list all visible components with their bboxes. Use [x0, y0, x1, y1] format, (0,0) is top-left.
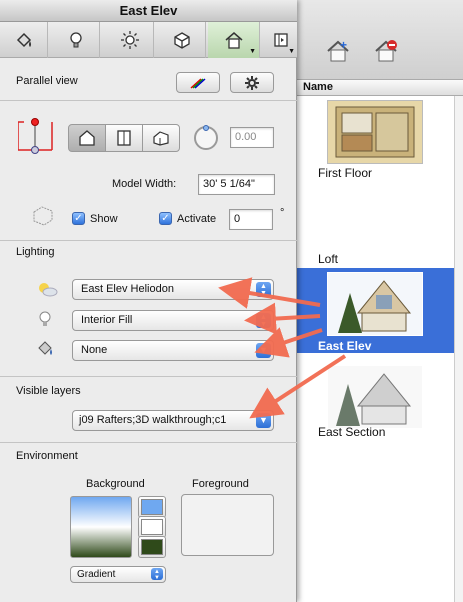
sun-icon	[120, 31, 139, 49]
select-stepper-icon: ▲ ▼	[256, 313, 271, 328]
views-list-scrollbar[interactable]	[454, 96, 463, 602]
view-item-label: East Elev	[318, 339, 372, 353]
parallel-view-title: Parallel view	[16, 75, 78, 87]
tab-materials[interactable]	[0, 22, 48, 58]
separator	[0, 100, 297, 101]
tab-sun[interactable]	[106, 22, 154, 58]
add-view-icon: +	[327, 39, 349, 62]
camera-height-control[interactable]	[17, 118, 54, 154]
view-settings-button[interactable]	[230, 72, 274, 93]
select-arrow-icon: ▼	[256, 343, 271, 358]
tab-lights[interactable]	[52, 22, 100, 58]
view-item-label: Loft	[318, 252, 339, 266]
view-item-label: East Section	[318, 425, 386, 439]
view-type-segmented	[68, 124, 182, 152]
fill-select[interactable]: None ▼	[72, 340, 274, 361]
separator	[0, 376, 297, 377]
visible-layers-title: Visible layers	[16, 385, 81, 397]
house-3d-icon	[153, 131, 169, 146]
gear-icon	[245, 75, 259, 90]
separator	[0, 240, 297, 241]
visible-layers-select[interactable]: j09 Rafters;3D walkthrough;c1 ▼	[72, 410, 274, 431]
background-middle-color-well[interactable]	[138, 516, 166, 538]
heliodon-select[interactable]: East Elev Heliodon ▲ ▼	[72, 279, 274, 300]
delete-view-button[interactable]	[373, 38, 399, 64]
first-floor-thumbnail	[327, 100, 423, 164]
house-icon	[225, 32, 242, 49]
select-stepper-icon: ▲ ▼	[151, 568, 163, 581]
fill-bucket-icon	[36, 340, 56, 358]
sidebar-toggle-icon	[273, 33, 288, 47]
visible-layers-value: j09 Rafters;3D walkthrough;c1	[79, 414, 227, 426]
svg-text:+: +	[340, 39, 347, 52]
color-lines-icon	[190, 77, 206, 89]
foreground-label: Foreground	[192, 478, 249, 490]
offset-field[interactable]: 0	[229, 209, 273, 230]
view-item-first-floor[interactable]: First Floor	[297, 100, 454, 186]
lightbulb-small-icon	[38, 311, 52, 329]
model-width-field[interactable]: 30' 5 1/64"	[198, 174, 275, 195]
background-type-select[interactable]: Gradient ▲ ▼	[70, 566, 166, 583]
angle-dial[interactable]	[192, 124, 220, 152]
model-width-label: Model Width:	[112, 178, 177, 190]
view-item-loft[interactable]: Loft	[297, 186, 454, 268]
east-elev-thumbnail	[327, 272, 423, 336]
angle-field[interactable]: 0.00	[230, 127, 274, 148]
inspector-tabs: ▼ ▼	[0, 22, 297, 58]
heliodon-select-value: East Elev Heliodon	[81, 283, 174, 295]
tab-views[interactable]: ▼	[208, 22, 260, 58]
add-view-button[interactable]: +	[325, 38, 351, 64]
views-toolbar: +	[297, 0, 463, 80]
fill-select-value: None	[81, 344, 108, 356]
camera-height-icon	[17, 118, 53, 154]
paint-bucket-icon	[16, 32, 31, 48]
view-item-label: First Floor	[318, 166, 372, 180]
section-view-button[interactable]	[105, 124, 143, 152]
cutting-plane-icon	[32, 205, 54, 227]
separator	[0, 442, 297, 443]
tab-objects[interactable]	[158, 22, 206, 58]
degree-unit: °	[280, 207, 285, 219]
perspective-view-button[interactable]	[142, 124, 180, 152]
foreground-preview[interactable]	[181, 494, 274, 556]
background-label: Background	[86, 478, 145, 490]
axes-colors-button[interactable]	[176, 72, 220, 93]
select-arrow-icon: ▼	[256, 413, 271, 428]
view-item-east-elev[interactable]: East Elev	[297, 268, 454, 353]
bottom-color-swatch	[141, 539, 163, 555]
lightbulb-icon	[69, 32, 82, 48]
background-top-color-well[interactable]	[138, 496, 166, 518]
east-section-thumbnail	[327, 365, 423, 429]
view-item-east-section[interactable]: East Section	[297, 365, 454, 445]
show-checkbox[interactable]: ✓	[72, 212, 85, 225]
light-select[interactable]: Interior Fill ▲ ▼	[72, 310, 274, 331]
activate-label: Activate	[177, 213, 217, 225]
views-list: Name First Floor Loft East Elev East Sec…	[297, 80, 463, 602]
delete-view-icon	[375, 40, 397, 62]
activate-checkbox[interactable]: ✓	[159, 212, 172, 225]
column-header-name[interactable]: Name	[297, 80, 463, 96]
lighting-title: Lighting	[16, 246, 55, 258]
environment-title: Environment	[16, 450, 78, 462]
show-label: Show	[90, 213, 118, 225]
top-color-swatch	[141, 499, 163, 515]
view-inspector-panel: East Elev ▼ ▼ Parallel view 0.00 Model W…	[0, 0, 297, 602]
cube-icon	[173, 32, 190, 49]
tab-menu-arrow-icon: ▼	[288, 48, 295, 55]
house-front-icon	[79, 130, 95, 146]
background-preview[interactable]	[70, 496, 132, 558]
background-bottom-color-well[interactable]	[138, 536, 166, 558]
heliodon-icon	[36, 280, 58, 298]
dial-icon	[194, 125, 218, 150]
window-title: East Elev	[0, 0, 297, 22]
middle-color-swatch	[141, 519, 163, 535]
light-select-value: Interior Fill	[81, 314, 133, 326]
elevation-view-button[interactable]	[68, 124, 106, 152]
section-icon	[117, 130, 131, 146]
tab-panel-toggle[interactable]: ▼	[264, 22, 297, 58]
select-stepper-icon: ▲ ▼	[256, 282, 271, 297]
background-type-value: Gradient	[77, 569, 116, 580]
tab-menu-arrow-icon: ▼	[249, 48, 256, 55]
